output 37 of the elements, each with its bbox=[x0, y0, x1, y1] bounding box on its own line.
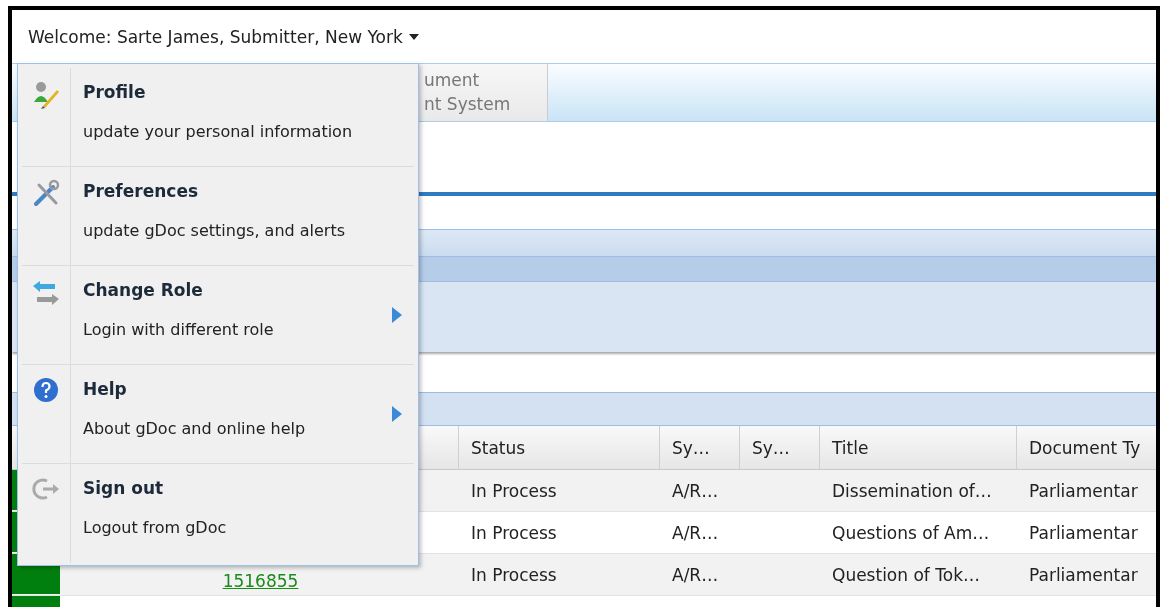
table-cell: A/R… bbox=[672, 480, 719, 501]
swap-arrows-icon bbox=[31, 278, 61, 308]
table-cell: A/R… bbox=[672, 522, 719, 543]
column-header[interactable]: Sy… bbox=[660, 426, 740, 470]
table-cell: Questions of Am… bbox=[832, 522, 990, 543]
table-cell: Parliamentar bbox=[1029, 480, 1138, 501]
menu-item[interactable]: Profile bbox=[83, 82, 146, 102]
caret-icon bbox=[408, 33, 419, 40]
column-header[interactable]: Status bbox=[459, 426, 660, 470]
tools-icon bbox=[31, 179, 61, 209]
column-header[interactable]: Title bbox=[820, 426, 1017, 470]
table-cell: A/R… bbox=[672, 564, 719, 585]
document-link[interactable]: 1516855 bbox=[222, 571, 299, 591]
table-cell: In Process bbox=[471, 480, 557, 501]
menu-item-description: update your personal information bbox=[83, 122, 353, 141]
table-cell: Parliamentar bbox=[1029, 522, 1138, 543]
table-cell: Question of Tok… bbox=[832, 564, 980, 585]
column-header[interactable]: Document Ty bbox=[1017, 426, 1156, 470]
menu-item-description: Logout from gDoc bbox=[83, 518, 227, 537]
user-pencil-icon bbox=[31, 80, 61, 110]
menu-item-description: Login with different role bbox=[83, 320, 274, 339]
menu-item[interactable]: Help bbox=[83, 379, 127, 399]
menu-item-description: About gDoc and online help bbox=[83, 419, 306, 438]
table-cell: In Process bbox=[471, 522, 557, 543]
table-cell: Parliamentar bbox=[1029, 564, 1138, 585]
menu-item-description: update gDoc settings, and alerts bbox=[83, 221, 346, 240]
menu-item[interactable]: Sign out bbox=[83, 478, 164, 498]
column-header[interactable]: Sy… bbox=[740, 426, 820, 470]
menu-item[interactable]: Preferences bbox=[83, 181, 199, 201]
menu-item[interactable]: Change Role bbox=[83, 280, 203, 300]
app-tab[interactable]: ument nt System bbox=[418, 64, 548, 121]
sign-out-icon bbox=[31, 476, 61, 502]
table-row[interactable]: 1516855 In Process A/R… Question of Tok… Parliamentar bbox=[12, 554, 1156, 596]
help-icon bbox=[33, 377, 59, 403]
table-cell: Dissemination of… bbox=[832, 480, 992, 501]
user-menu-toggle[interactable]: Welcome: Sarte James, Submitter, New York bbox=[28, 26, 419, 47]
table-cell: In Process bbox=[471, 564, 557, 585]
